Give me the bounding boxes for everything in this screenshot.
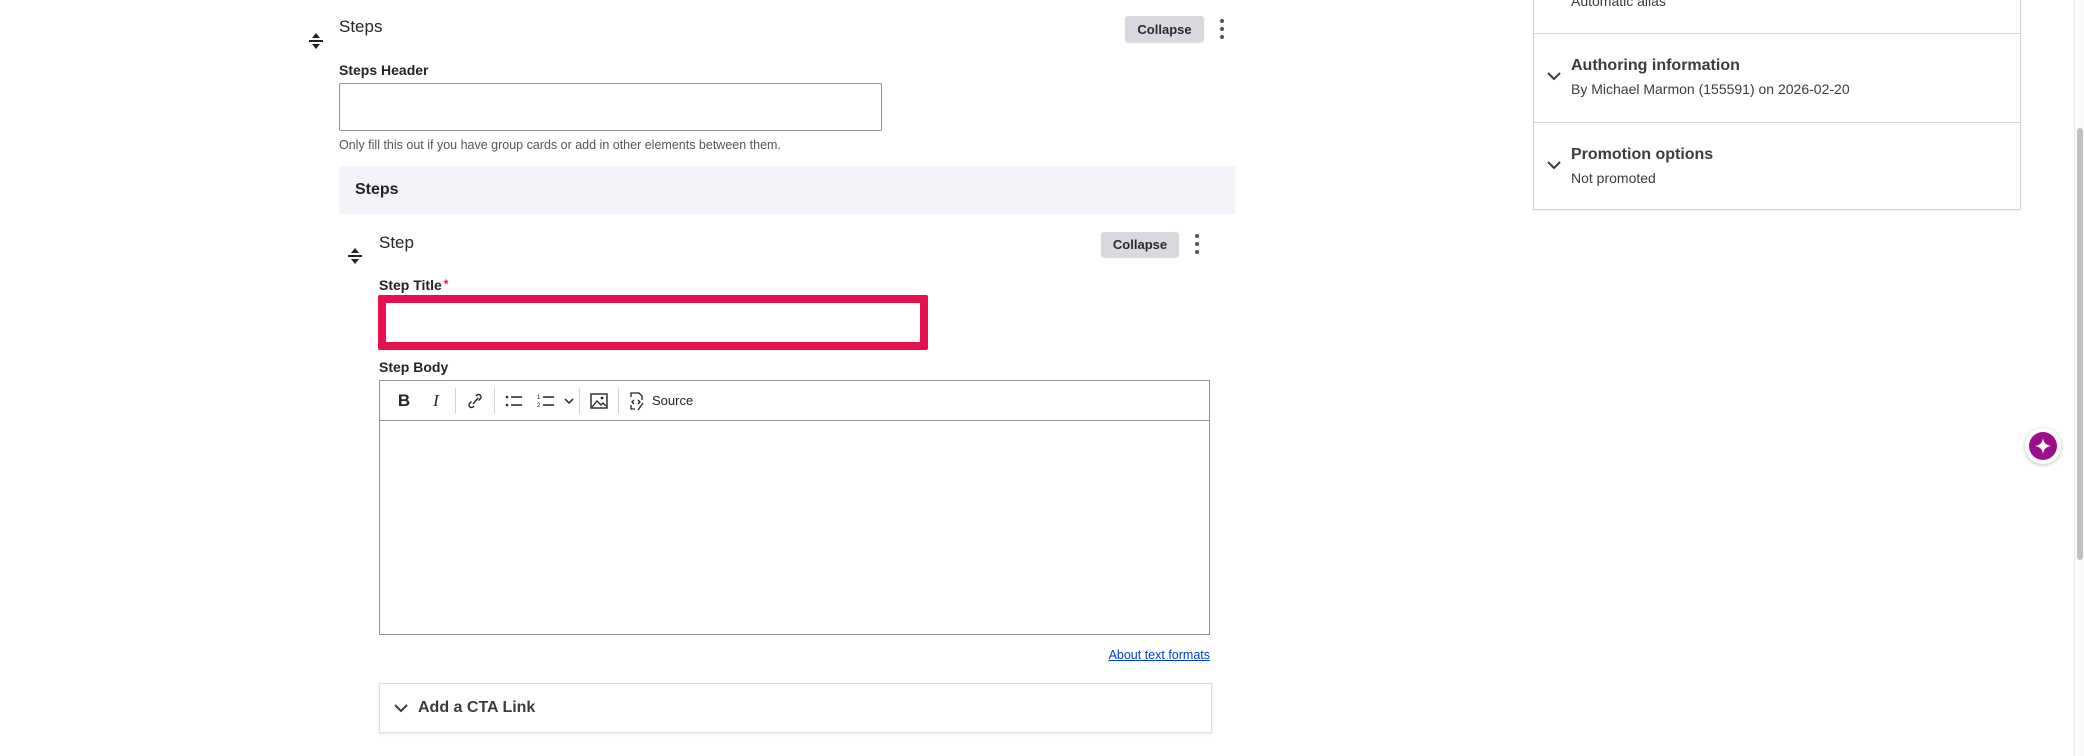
- toolbar-separator: [455, 387, 456, 414]
- ai-assistant-button[interactable]: [2025, 428, 2061, 464]
- bulleted-list-button[interactable]: [498, 386, 530, 416]
- step-title-label-text: Step Title: [379, 277, 442, 293]
- collapse-button[interactable]: Collapse: [1125, 16, 1204, 42]
- promotion-options-section[interactable]: Promotion options Not promoted: [1534, 122, 2020, 210]
- link-icon: [468, 393, 482, 408]
- required-mark: *: [443, 277, 449, 291]
- rich-text-editor: B I 12 Source: [379, 380, 1210, 635]
- authoring-information-title: Authoring information: [1571, 57, 1740, 74]
- chevron-down-icon: [1547, 72, 1561, 81]
- url-alias-summary: Automatic alias: [1571, 0, 1666, 9]
- bulleted-list-icon: [505, 395, 522, 406]
- steps-band: Steps: [339, 166, 1235, 214]
- italic-button[interactable]: I: [420, 386, 452, 416]
- about-text-formats-link[interactable]: About text formats: [1109, 648, 1210, 662]
- editor-content-area[interactable]: [380, 421, 1209, 635]
- step-title-label: Step Title *: [379, 277, 448, 293]
- editor-toolbar: B I 12 Source: [380, 381, 1209, 421]
- source-label: Source: [652, 393, 694, 408]
- step-title-input[interactable]: [378, 295, 928, 350]
- link-button[interactable]: [459, 386, 491, 416]
- authoring-information-section[interactable]: Authoring information By Michael Marmon …: [1534, 33, 2020, 122]
- image-button[interactable]: [583, 386, 615, 416]
- source-icon: [630, 391, 644, 410]
- drag-handle-icon[interactable]: [347, 246, 363, 266]
- cta-link-details[interactable]: Add a CTA Link: [379, 683, 1212, 733]
- chevron-down-icon: [1547, 161, 1561, 170]
- drag-handle-icon[interactable]: [308, 31, 324, 51]
- step-more-options-icon[interactable]: [1194, 234, 1200, 254]
- image-icon: [590, 392, 608, 409]
- cta-link-label: Add a CTA Link: [418, 699, 536, 716]
- toolbar-separator: [579, 387, 580, 414]
- numbered-list-icon: 12: [537, 395, 554, 408]
- scrollbar-thumb[interactable]: [2077, 128, 2083, 560]
- numbered-list-dropdown[interactable]: [562, 386, 576, 416]
- sparkle-icon: [2035, 438, 2051, 454]
- toolbar-separator: [494, 387, 495, 414]
- promotion-options-title: Promotion options: [1571, 146, 1714, 163]
- steps-header-help: Only fill this out if you have group car…: [339, 138, 781, 152]
- promotion-options-summary: Not promoted: [1571, 170, 1656, 186]
- chevron-down-icon: [394, 704, 408, 713]
- sidebar-card: Automatic alias Authoring information By…: [1533, 0, 2021, 210]
- step-body-label: Step Body: [379, 359, 449, 375]
- source-button[interactable]: Source: [622, 386, 699, 416]
- numbered-list-button[interactable]: 12: [530, 386, 562, 416]
- authoring-information-summary: By Michael Marmon (155591) on 2026-02-20: [1571, 81, 1850, 97]
- step-title: Step: [379, 233, 414, 252]
- steps-header-input[interactable]: [339, 83, 882, 131]
- steps-widget-title: Steps: [339, 17, 383, 36]
- steps-band-title: Steps: [355, 181, 399, 198]
- chevron-down-icon: [564, 397, 574, 404]
- scrollbar-track[interactable]: [2074, 0, 2084, 756]
- toolbar-separator: [618, 387, 619, 414]
- bold-button[interactable]: B: [388, 386, 420, 416]
- svg-text:1: 1: [537, 395, 541, 401]
- step-collapse-button[interactable]: Collapse: [1101, 232, 1179, 257]
- steps-header-label: Steps Header: [339, 62, 429, 78]
- more-options-icon[interactable]: [1219, 19, 1225, 39]
- svg-text:2: 2: [537, 403, 541, 408]
